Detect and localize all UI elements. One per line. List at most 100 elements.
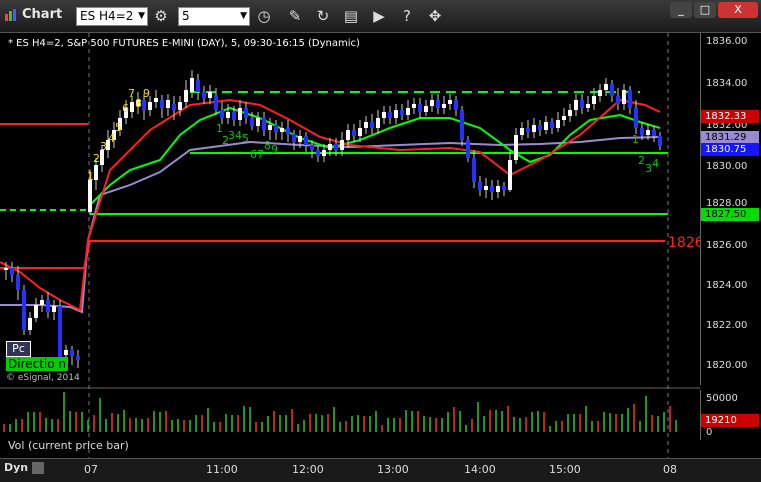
direction-indicator[interactable]: Directio n	[6, 357, 69, 371]
candle-body	[70, 350, 74, 356]
x-tick: 11:00	[206, 463, 238, 476]
candle-body	[130, 102, 134, 112]
candle-body	[430, 100, 434, 106]
candle-body	[514, 135, 518, 160]
candle-body	[286, 128, 290, 134]
candle-body	[562, 116, 566, 120]
candle-body	[208, 92, 212, 98]
candle-body	[556, 120, 560, 128]
candle-body	[628, 90, 632, 108]
candle-body	[34, 305, 38, 318]
candle-body	[520, 128, 524, 135]
candle-body	[214, 95, 218, 110]
candle-body	[292, 134, 296, 142]
candle-body	[148, 102, 152, 110]
x-tick: 12:00	[292, 463, 324, 476]
candle-body	[64, 350, 68, 355]
candle-body	[310, 145, 314, 150]
candle-body	[442, 104, 446, 108]
vol-tick: 0	[706, 427, 713, 438]
candle-body	[40, 300, 44, 305]
candle-body	[550, 122, 554, 128]
candle-body	[448, 100, 452, 104]
candle-body	[280, 128, 284, 132]
candle-body	[52, 306, 56, 312]
y-tick: 1830.00	[706, 161, 748, 172]
candle-body	[454, 100, 458, 110]
candle-body	[4, 268, 8, 270]
candle-body	[634, 108, 638, 128]
candle-body	[526, 128, 530, 132]
candle-body	[490, 186, 494, 192]
candle-body	[244, 108, 248, 118]
candle-body	[322, 150, 326, 156]
candles[interactable]	[4, 70, 662, 368]
candle-body	[370, 122, 374, 128]
candle-body	[424, 106, 428, 112]
candle-body	[646, 130, 650, 135]
price-chart[interactable]: 1 2 3 4 5 6 7 8 9 1 2 3 4 5 6 7 8 9 1 2 …	[0, 0, 761, 481]
candle-body	[508, 160, 512, 190]
candle-body	[412, 104, 416, 108]
count-label: 3	[100, 140, 107, 153]
candle-body	[226, 112, 230, 118]
candle-body	[304, 136, 308, 145]
y-tick: 1836.00	[706, 36, 748, 47]
dyn-icon[interactable]	[31, 462, 44, 474]
candle-body	[472, 158, 476, 182]
candle-body	[166, 100, 170, 108]
candle-body	[478, 182, 482, 190]
candle-body	[250, 118, 254, 126]
candle-body	[184, 90, 188, 102]
candle-body	[592, 96, 596, 104]
candle-body	[190, 78, 194, 92]
candle-body	[382, 112, 386, 118]
candle-body	[28, 318, 32, 330]
candle-body	[400, 110, 404, 115]
volume-panel-label: Vol (current price bar)	[8, 439, 129, 452]
candle-body	[202, 92, 206, 98]
candle-body	[496, 186, 500, 192]
candle-body	[436, 100, 440, 108]
candle-body	[346, 130, 350, 140]
dyn-label: Dyn	[4, 461, 29, 474]
candle-body	[622, 90, 626, 104]
dyn-button[interactable]: Dyn	[4, 461, 44, 474]
candle-body	[298, 136, 302, 142]
count-label: 2	[93, 152, 100, 165]
candle-body	[88, 180, 92, 212]
candle-body	[652, 130, 656, 136]
y-tick: 1820.00	[706, 360, 748, 371]
pc-indicator[interactable]: Pc	[6, 341, 31, 357]
candle-body	[418, 104, 422, 112]
candle-body	[388, 112, 392, 118]
candle-body	[154, 98, 158, 102]
candle-body	[406, 108, 410, 115]
candle-body	[262, 118, 266, 130]
y-tick: 1834.00	[706, 78, 748, 89]
volume-current-label: 19210	[701, 414, 759, 427]
count-label: 9	[271, 143, 278, 156]
count-label: 8	[264, 139, 271, 152]
candle-body	[598, 90, 602, 96]
count-label: 4	[108, 132, 115, 145]
count-label: 5	[115, 121, 122, 134]
count-label: 4	[235, 129, 242, 142]
candle-body	[484, 186, 488, 190]
count-label: 1	[632, 133, 639, 146]
candle-body	[394, 110, 398, 118]
candle-body	[172, 104, 176, 110]
candle-body	[616, 96, 620, 104]
candle-body	[352, 130, 356, 136]
candle-body	[538, 125, 542, 130]
price-label-last: 1830.75	[701, 143, 759, 156]
candle-body	[358, 128, 362, 136]
chart-title: * ES H4=2, S&P 500 FUTURES E-MINI (DAY),…	[8, 38, 360, 49]
count-label: 1	[87, 170, 94, 183]
y-tick: 1824.00	[706, 280, 748, 291]
candle-body	[544, 122, 548, 130]
count-label: 7	[128, 87, 135, 100]
y-tick: 1826.00	[706, 240, 748, 251]
candle-body	[160, 100, 164, 108]
candle-body	[610, 84, 614, 96]
